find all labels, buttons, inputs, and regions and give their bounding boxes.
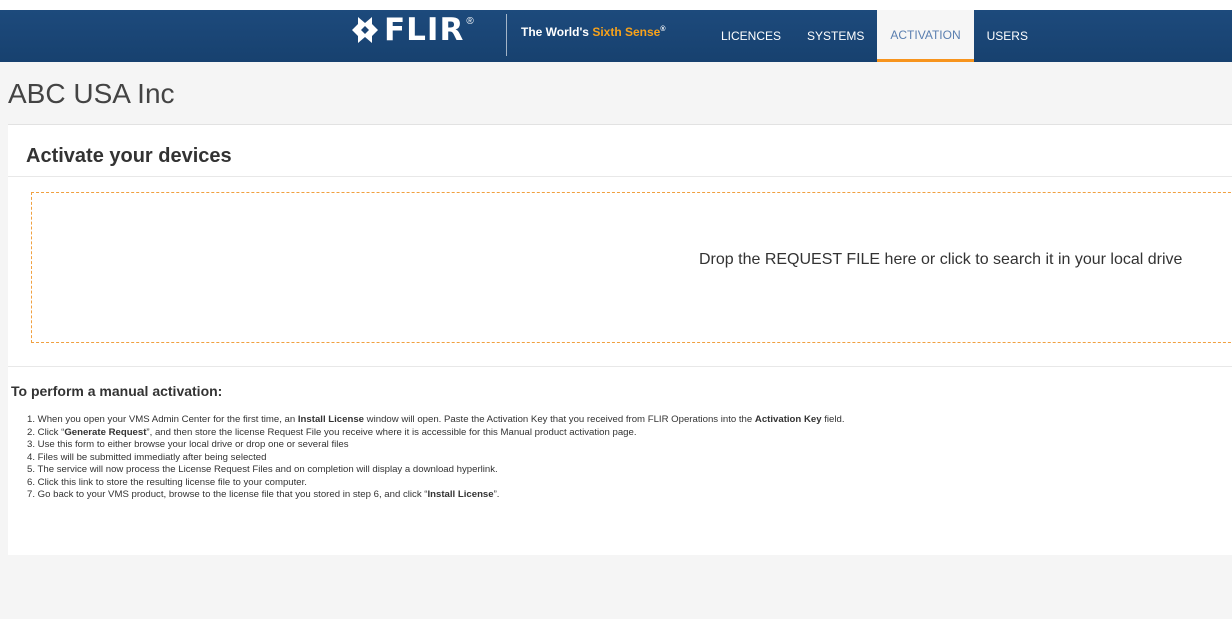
step-6: 6. Click this link to store the resultin… — [27, 476, 307, 488]
dropzone-label: Drop the REQUEST FILE here or click to s… — [699, 251, 1183, 268]
step-1: 1. When you open your VMS Admin Center f… — [27, 414, 845, 427]
step-5: 5. The service will now process the Lice… — [27, 464, 498, 475]
tagline-prefix: The World's — [521, 25, 593, 39]
step-7-install-license: Install License — [427, 489, 494, 500]
tagline-accent: Sixth Sense — [592, 25, 661, 39]
brand-registered-mark: ® — [466, 16, 474, 27]
step-2-text-a: 2. Click “ — [27, 426, 65, 438]
flir-logo[interactable]: FLIR ® — [352, 12, 474, 48]
section-title: Activate your devices — [26, 145, 232, 167]
request-file-dropzone[interactable]: Drop the REQUEST FILE here or click to s… — [31, 192, 1232, 343]
company-name: ABC USA Inc — [8, 78, 175, 109]
step-2-text-c: ”, and then store the license Request Fi… — [146, 426, 637, 438]
step-1-text-c: window will open. Paste the Activation K… — [364, 414, 755, 425]
step-7: 7. Go back to your VMS product, browse t… — [27, 489, 845, 502]
instructions-divider — [8, 366, 1232, 367]
tagline-registered-mark: ® — [660, 26, 666, 33]
step-1-text-a: 1. When you open your VMS Admin Center f… — [27, 414, 298, 425]
activation-panel: Activate your devices Drop the REQUEST F… — [8, 124, 1232, 555]
step-7-text-a: 7. Go back to your VMS product, browse t… — [27, 489, 428, 500]
step-1-activation-key: Activation Key — [754, 414, 822, 425]
step-2: 2. Click “Generate Request”, and then st… — [27, 427, 845, 440]
step-1-install-license: Install License — [297, 414, 365, 425]
nav-licences[interactable]: LICENCES — [708, 10, 794, 62]
step-2-generate-request: Generate Request — [64, 426, 147, 438]
header-divider — [506, 14, 507, 56]
instructions-title: To perform a manual activation: — [11, 383, 223, 399]
section-divider — [8, 176, 1232, 177]
step-3: 3. Use this form to either browse your l… — [27, 439, 349, 450]
step-4: 4. Files will be submitted immediatly af… — [27, 451, 267, 463]
main-nav: LICENCES SYSTEMS ACTIVATION USERS — [708, 10, 1041, 62]
instruction-steps: 1. When you open your VMS Admin Center f… — [27, 414, 845, 502]
flir-logo-icon — [352, 17, 378, 43]
step-7-text-c: ”. — [493, 489, 500, 500]
nav-systems[interactable]: SYSTEMS — [794, 10, 877, 62]
brand-name: FLIR — [384, 12, 465, 48]
nav-activation[interactable]: ACTIVATION — [877, 10, 974, 62]
top-navigation-bar: FLIR ® The World's Sixth Sense® LICENCES… — [0, 0, 1232, 62]
tagline: The World's Sixth Sense® — [521, 25, 666, 39]
nav-users[interactable]: USERS — [974, 10, 1041, 62]
step-1-text-e: field. — [821, 414, 845, 425]
